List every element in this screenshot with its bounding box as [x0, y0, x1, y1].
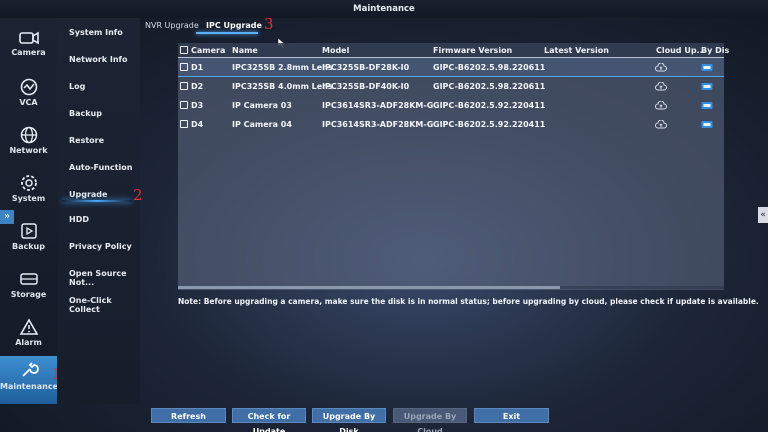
- submenu-auto-function[interactable]: Auto-Function: [69, 163, 132, 172]
- header-camera: Camera: [180, 46, 225, 55]
- warning-icon: [19, 318, 38, 335]
- backup-icon: [20, 223, 37, 239]
- camera-icon: [18, 31, 39, 45]
- submenu-restore[interactable]: Restore: [69, 136, 104, 145]
- expand-left-icon[interactable]: »: [0, 210, 14, 224]
- header-disk[interactable]: By Dis: [701, 46, 729, 55]
- upgrade-by-disk-button[interactable]: Upgrade By Disk: [312, 408, 386, 432]
- tab-nvr-upgrade[interactable]: NVR Upgrade: [145, 21, 199, 30]
- row-checkbox[interactable]: [180, 120, 188, 128]
- nav-backup-label: Backup: [12, 242, 45, 251]
- nav-camera-label: Camera: [11, 48, 46, 57]
- cloud-upgrade-icon[interactable]: [655, 101, 667, 110]
- disk-upgrade-icon[interactable]: [701, 120, 713, 129]
- row-camera-label: D2: [191, 82, 204, 91]
- nav-camera[interactable]: Camera: [0, 26, 57, 72]
- wrench-icon: [21, 362, 39, 377]
- check-for-update-button[interactable]: Check for Update: [232, 408, 306, 432]
- submenu-one-click-collect[interactable]: One-Click Collect: [69, 296, 140, 314]
- row-camera-cell: D2: [180, 82, 203, 91]
- cloud-upgrade-icon[interactable]: [655, 63, 667, 72]
- table-row[interactable]: D1 IPC325SB 2.8mm Lens IPC325SB-DF28K-I0…: [178, 58, 724, 77]
- row-firmware-cell: GIPC-B6202.5.98.220611: [433, 63, 546, 72]
- row-name-cell: IPC325SB 2.8mm Lens: [232, 63, 333, 72]
- nav-alarm-label: Alarm: [15, 338, 42, 347]
- row-model-cell: IPC3614SR3-ADF28KM-G: [322, 120, 434, 129]
- disk-upgrade-icon[interactable]: [701, 82, 713, 91]
- submenu-hdd[interactable]: HDD: [69, 215, 89, 224]
- row-firmware-cell: GIPC-B6202.5.98.220611: [433, 82, 546, 91]
- table-row[interactable]: D2 IPC325SB 4.0mm Lens IPC325SB-DF40K-I0…: [178, 77, 724, 96]
- nav-maintenance-label: Maintenance: [0, 382, 59, 391]
- annotation-mark-2: 2: [133, 186, 143, 204]
- submenu-upgrade[interactable]: Upgrade: [69, 190, 107, 199]
- nav-storage[interactable]: Storage: [0, 266, 57, 312]
- window-title: Maintenance: [0, 0, 768, 18]
- row-model-cell: IPC3614SR3-ADF28KM-G: [322, 101, 434, 110]
- nav-vca[interactable]: VCA: [0, 74, 57, 120]
- table-row[interactable]: D3 IP Camera 03 IPC3614SR3-ADF28KM-G GIP…: [178, 96, 724, 115]
- row-name-cell: IP Camera 04: [232, 120, 292, 129]
- upgrade-by-cloud-button[interactable]: Upgrade By Cloud: [393, 408, 467, 432]
- submenu-network-info[interactable]: Network Info: [69, 55, 128, 64]
- submenu-privacy-policy[interactable]: Privacy Policy: [69, 242, 132, 251]
- gear-icon: [20, 175, 37, 191]
- table-row[interactable]: D4 IP Camera 04 IPC3614SR3-ADF28KM-G GIP…: [178, 115, 724, 134]
- upgrade-note: Note: Before upgrading a camera, make su…: [178, 297, 759, 306]
- select-all-checkbox[interactable]: [180, 46, 188, 54]
- exit-button[interactable]: Exit: [474, 408, 549, 423]
- row-name-cell: IP Camera 03: [232, 101, 292, 110]
- row-camera-label: D4: [191, 120, 204, 129]
- submenu-active-indicator: [62, 200, 132, 202]
- header-cloud[interactable]: Cloud Up...: [656, 46, 706, 55]
- disk-upgrade-icon[interactable]: [701, 101, 713, 110]
- row-camera-cell: D4: [180, 120, 203, 129]
- row-camera-cell: D1: [180, 63, 203, 72]
- tab-ipc-upgrade[interactable]: IPC Upgrade: [206, 21, 262, 30]
- row-firmware-cell: GIPC-B6202.5.92.220411: [433, 120, 546, 129]
- header-camera-label: Camera: [191, 46, 226, 55]
- nav-vca-label: VCA: [19, 98, 38, 107]
- header-firmware[interactable]: Firmware Version: [433, 46, 512, 55]
- row-model-cell: IPC325SB-DF28K-I0: [322, 63, 410, 72]
- maintenance-submenu: System Info Network Info Log Backup Rest…: [57, 18, 140, 404]
- row-camera-cell: D3: [180, 101, 203, 110]
- tab-active-indicator: [196, 32, 258, 34]
- nav-network-label: Network: [9, 146, 48, 155]
- row-camera-label: D3: [191, 101, 204, 110]
- annotation-mark-3: 3: [264, 15, 274, 33]
- row-model-cell: IPC325SB-DF40K-I0: [322, 82, 410, 91]
- header-model[interactable]: Model: [322, 46, 349, 55]
- globe-icon: [20, 126, 37, 144]
- row-checkbox[interactable]: [180, 82, 188, 90]
- row-checkbox[interactable]: [180, 101, 188, 109]
- nav-network[interactable]: Network: [0, 122, 57, 168]
- row-checkbox[interactable]: [180, 63, 188, 71]
- nav-system-label: System: [11, 194, 46, 203]
- submenu-open-source[interactable]: Open Source Not...: [69, 269, 140, 287]
- row-camera-label: D1: [191, 63, 204, 72]
- nav-maintenance[interactable]: Maintenance: [0, 356, 59, 404]
- submenu-backup[interactable]: Backup: [69, 109, 102, 118]
- ipc-table: Camera Name Model Firmware Version Lates…: [178, 43, 729, 290]
- submenu-system-info[interactable]: System Info: [69, 28, 123, 37]
- cloud-upgrade-icon[interactable]: [655, 120, 667, 129]
- nav-backup[interactable]: Backup: [0, 218, 57, 264]
- vca-icon: [20, 78, 37, 96]
- cloud-upgrade-icon[interactable]: [655, 82, 667, 91]
- nav-storage-label: Storage: [10, 290, 47, 299]
- row-firmware-cell: GIPC-B6202.5.92.220411: [433, 101, 546, 110]
- collapse-right-icon[interactable]: «: [758, 207, 768, 223]
- row-name-cell: IPC325SB 4.0mm Lens: [232, 82, 333, 91]
- table-header: Camera Name Model Firmware Version Lates…: [178, 43, 729, 57]
- submenu-log[interactable]: Log: [69, 82, 85, 91]
- header-name[interactable]: Name: [232, 46, 258, 55]
- storage-icon: [19, 273, 38, 285]
- header-latest[interactable]: Latest Version: [544, 46, 609, 55]
- disk-upgrade-icon[interactable]: [701, 63, 713, 72]
- nav-alarm[interactable]: Alarm: [0, 314, 57, 360]
- refresh-button[interactable]: Refresh: [151, 408, 226, 423]
- scrollbar-thumb[interactable]: [178, 286, 560, 289]
- horizontal-scrollbar[interactable]: [178, 286, 724, 289]
